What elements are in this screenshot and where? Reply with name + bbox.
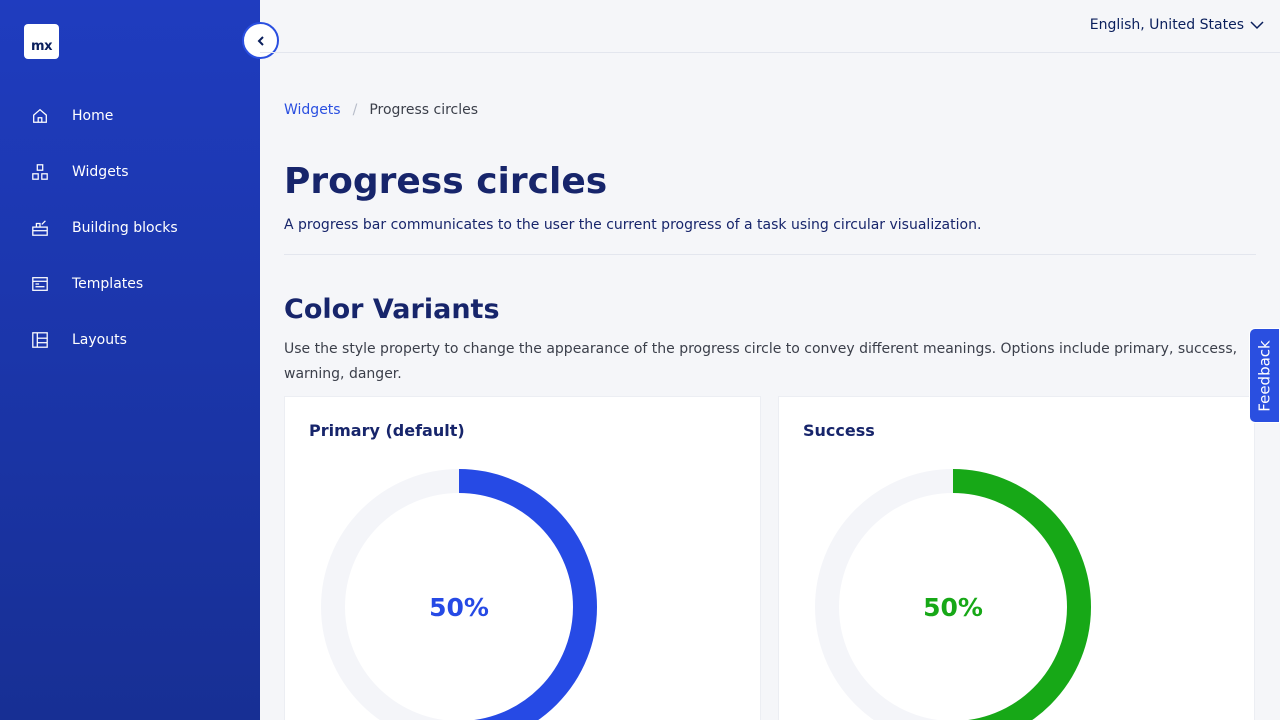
language-selector[interactable]: English, United States xyxy=(1090,17,1264,33)
section-title: Color Variants xyxy=(284,294,500,325)
progress-value: 50% xyxy=(429,592,489,622)
progress-card-success: Success 50% xyxy=(778,396,1255,720)
sidebar-item-label: Building blocks xyxy=(72,220,178,236)
section-description: Use the style property to change the app… xyxy=(284,341,1238,382)
layouts-icon xyxy=(30,330,50,350)
feedback-label: Feedback xyxy=(1255,339,1274,412)
page-title: Progress circles xyxy=(284,161,608,202)
progress-value: 50% xyxy=(923,592,983,622)
breadcrumb: Widgets / Progress circles xyxy=(284,102,478,118)
language-label: English, United States xyxy=(1089,17,1244,33)
sidebar-item-label: Home xyxy=(72,108,114,124)
sidebar-item-widgets[interactable]: Widgets xyxy=(0,144,260,200)
sidebar-item-building-blocks[interactable]: Building blocks xyxy=(0,200,260,256)
sidebar-nav: Home Widgets Building blocks Templates L… xyxy=(0,88,260,368)
breadcrumb-link-widgets[interactable]: Widgets xyxy=(284,102,341,118)
page-description: A progress bar communicates to the user … xyxy=(284,217,982,233)
chevron-down-icon xyxy=(1250,21,1264,30)
home-icon xyxy=(30,106,50,126)
progress-circle: 50% xyxy=(321,469,597,720)
breadcrumb-current: Progress circles xyxy=(369,102,479,118)
logo-text: mx xyxy=(31,39,52,54)
templates-icon xyxy=(30,274,50,294)
progress-circle: 50% xyxy=(815,469,1091,720)
building-blocks-icon xyxy=(30,218,50,238)
sidebar-item-templates[interactable]: Templates xyxy=(0,256,260,312)
feedback-tab[interactable]: Feedback xyxy=(1249,328,1280,423)
card-title: Success xyxy=(803,421,875,440)
app-logo[interactable]: mx xyxy=(24,24,59,59)
sidebar-item-label: Layouts xyxy=(72,332,127,348)
progress-card-primary: Primary (default) 50% xyxy=(284,396,761,720)
sidebar-item-home[interactable]: Home xyxy=(0,88,260,144)
sidebar-item-label: Widgets xyxy=(72,164,129,180)
top-bar: English, United States xyxy=(260,0,1280,53)
divider xyxy=(284,254,1256,255)
breadcrumb-separator: / xyxy=(352,102,358,118)
sidebar-item-layouts[interactable]: Layouts xyxy=(0,312,260,368)
card-title: Primary (default) xyxy=(309,421,465,440)
widgets-icon xyxy=(30,162,50,182)
sidebar: mx Home Widgets Building blocks Template… xyxy=(0,0,260,720)
sidebar-item-label: Templates xyxy=(72,276,144,292)
